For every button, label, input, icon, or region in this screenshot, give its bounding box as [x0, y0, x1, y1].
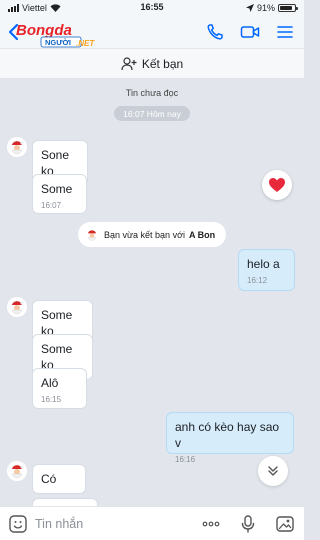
svg-text:.NET: .NET [76, 39, 95, 48]
message-time: 16:12 [247, 276, 268, 285]
add-friend-icon [121, 56, 137, 70]
image-gallery-icon[interactable] [275, 514, 295, 534]
status-bar: Viettel 16:55 91% [0, 0, 304, 16]
more-options-icon[interactable] [201, 514, 221, 534]
message-text: Có [41, 472, 57, 486]
message-time: 16:07 [41, 201, 62, 210]
contact-avatar[interactable] [7, 297, 27, 317]
time-pill: 16:07 Hôm nay [114, 106, 190, 121]
message-bubble[interactable]: Có [32, 464, 86, 494]
add-friend-label: Kết bạn [141, 56, 184, 71]
notice-prefix: Bạn vừa kết bạn với [104, 229, 185, 240]
reaction-button[interactable] [262, 170, 292, 200]
message-bubble[interactable]: Alô 16:15 [32, 368, 87, 409]
message-text: helo a [247, 257, 280, 271]
my-message-bubble[interactable]: anh có kèo hay sao v 16:16 [166, 412, 294, 464]
status-right: 91% [245, 3, 298, 13]
santa-avatar-icon [7, 137, 27, 157]
svg-text:Bongda: Bongda [16, 22, 72, 39]
bongda-logo: Bongda NGƯỜI .NET [16, 22, 95, 48]
santa-avatar-icon [7, 297, 27, 317]
message-composer: Tin nhắn [0, 506, 304, 540]
add-friend-bar[interactable]: Kết bạn [0, 49, 304, 79]
message-text: Some [41, 182, 73, 196]
heart-icon [269, 178, 285, 192]
svg-text:NGƯỜI: NGƯỜI [45, 38, 71, 47]
message-text: Alô [41, 376, 59, 390]
microphone-icon[interactable] [238, 514, 258, 534]
contact-avatar[interactable] [7, 137, 27, 157]
message-bubble[interactable]: Some 16:07 [32, 174, 87, 214]
location-icon [245, 4, 254, 12]
message-text: anh có kèo hay sao v [175, 420, 280, 450]
notice-name: A Bon [188, 229, 216, 240]
menu-list-icon[interactable] [276, 23, 294, 41]
phone-icon[interactable] [206, 23, 224, 41]
message-input[interactable]: Tin nhắn [35, 517, 83, 531]
message-time: 16:15 [41, 395, 62, 404]
chat-header: Bongda NGƯỜI .NET [0, 16, 304, 48]
my-message-bubble[interactable]: helo a 16:12 [238, 249, 295, 291]
emoji-icon[interactable] [8, 514, 28, 534]
santa-avatar-icon [7, 461, 27, 481]
system-notice: Bạn vừa kết bạn với A Bon [78, 222, 226, 247]
battery-percent: 91% [256, 3, 275, 13]
scroll-down-button[interactable] [258, 456, 288, 486]
video-call-icon[interactable] [240, 23, 260, 41]
contact-avatar[interactable] [7, 461, 27, 481]
santa-avatar-icon [87, 229, 97, 241]
battery-icon [278, 4, 298, 12]
unread-label: Tin chưa đọc [125, 88, 179, 98]
double-chevron-down-icon [268, 466, 278, 476]
